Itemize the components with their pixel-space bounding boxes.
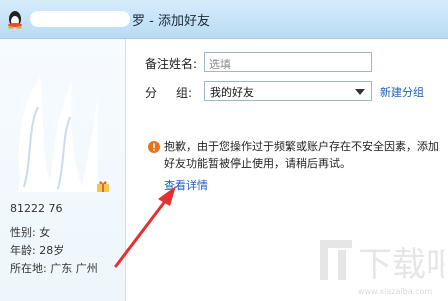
group-select[interactable]: 我的好友: [204, 81, 372, 101]
age-text: 年龄: 28岁: [10, 244, 65, 257]
redacted-avatar: [18, 77, 98, 192]
window-title: 罗 - 添加好友: [132, 14, 210, 29]
warning-message: 抱歉，由于您操作过于频繁或账户存在不安全因素，添加好友功能暂被停止使用，请稍后再…: [164, 138, 444, 172]
remark-name-input[interactable]: [209, 56, 369, 73]
watermark-text: 下载吧: [358, 245, 444, 285]
group-label-part2: 组:: [176, 86, 193, 100]
group-selected-value: 我的好友: [210, 86, 254, 99]
gift-icon: [97, 181, 109, 192]
location-text: 所在地: 广东 广州: [10, 262, 98, 275]
warning-icon: [148, 141, 160, 153]
new-group-link[interactable]: 新建分组: [380, 84, 424, 100]
remark-label: 备注姓名:: [145, 57, 198, 71]
warning-message-text: 抱歉，由于您操作过于频繁或账户存在不安全因素，添加好友功能暂被停止使用，请稍后再…: [164, 140, 439, 170]
remark-name-field[interactable]: [204, 52, 372, 73]
view-details-link[interactable]: 查看详情: [164, 177, 208, 193]
redacted-name: [30, 11, 130, 27]
watermark-logo: 下载吧 www.xiazaiba.com: [320, 240, 444, 296]
qq-penguin-icon: [8, 11, 22, 29]
title-bar: 罗 - 添加好友: [0, 0, 448, 39]
chevron-down-icon[interactable]: [355, 89, 365, 95]
qq-number: 81222 76: [10, 202, 63, 215]
gender-text: 性别: 女: [10, 226, 51, 239]
watermark-url: www.xiazaiba.com: [358, 287, 432, 296]
group-label-part1: 分: [145, 86, 158, 100]
